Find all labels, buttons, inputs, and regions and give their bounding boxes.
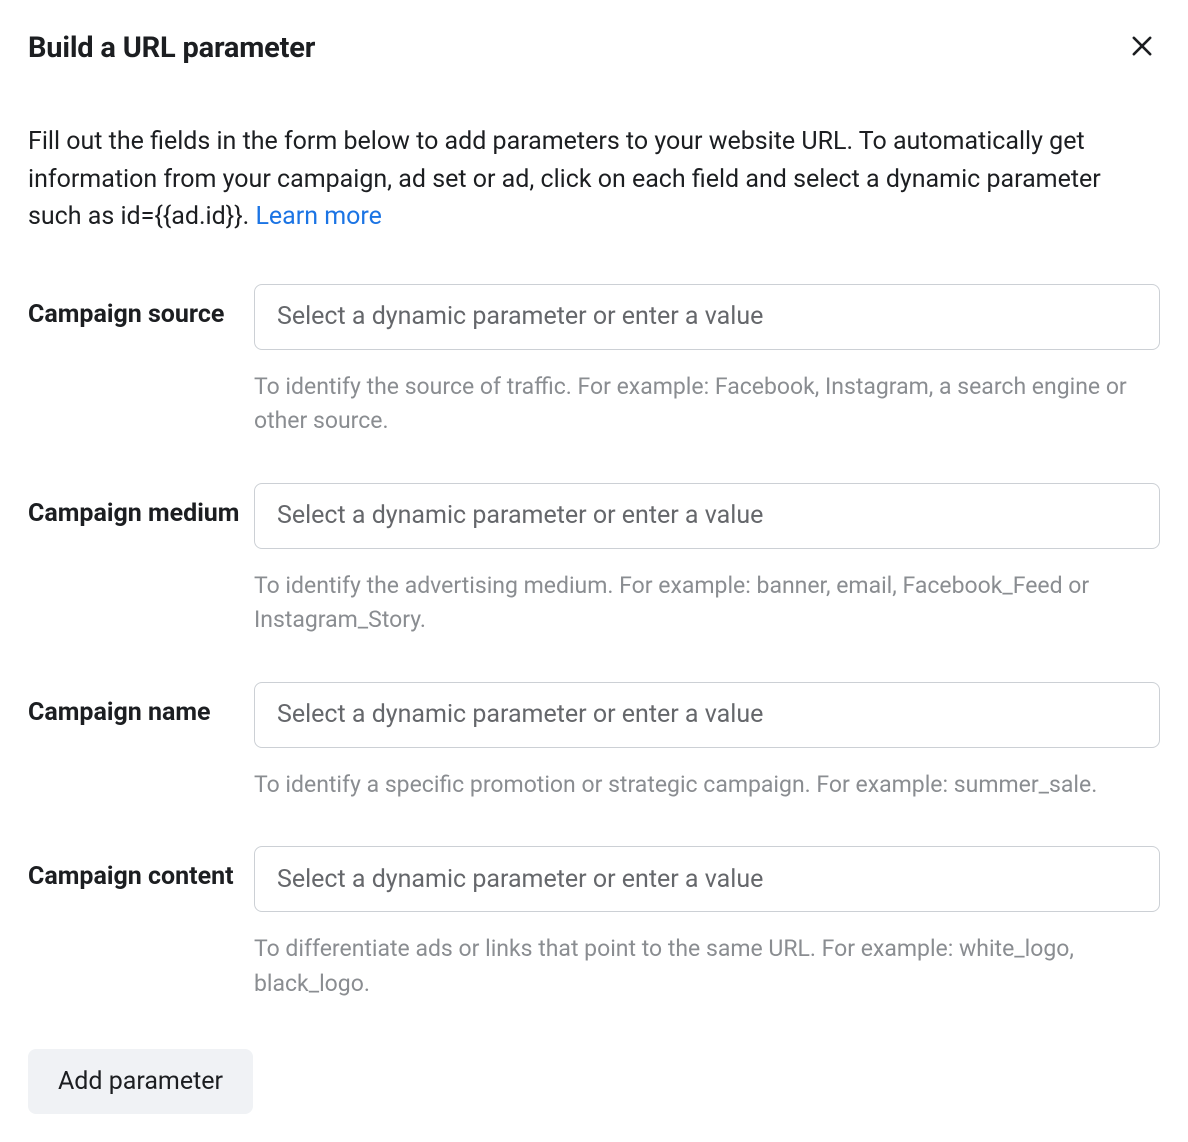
- field-row-campaign-source: Campaign source To identify the source o…: [28, 284, 1160, 439]
- intro-text: Fill out the fields in the form below to…: [28, 127, 1101, 231]
- field-label-campaign-name: Campaign name: [28, 696, 254, 730]
- campaign-name-input[interactable]: [254, 682, 1160, 748]
- learn-more-link[interactable]: Learn more: [255, 202, 381, 231]
- field-help-campaign-content: To differentiate ads or links that point…: [254, 932, 1160, 1001]
- field-row-campaign-medium: Campaign medium To identify the advertis…: [28, 483, 1160, 638]
- close-button[interactable]: [1124, 28, 1160, 67]
- field-help-campaign-medium: To identify the advertising medium. For …: [254, 569, 1160, 638]
- intro-paragraph: Fill out the fields in the form below to…: [28, 123, 1148, 236]
- add-parameter-button[interactable]: Add parameter: [28, 1049, 253, 1114]
- field-row-campaign-content: Campaign content To differentiate ads or…: [28, 846, 1160, 1001]
- field-label-campaign-source: Campaign source: [28, 298, 254, 332]
- campaign-content-input[interactable]: [254, 846, 1160, 912]
- campaign-medium-input[interactable]: [254, 483, 1160, 549]
- close-icon: [1128, 32, 1156, 63]
- modal-header: Build a URL parameter: [28, 28, 1160, 67]
- field-label-campaign-medium: Campaign medium: [28, 497, 254, 531]
- field-label-campaign-content: Campaign content: [28, 860, 254, 894]
- modal-title: Build a URL parameter: [28, 31, 315, 65]
- field-row-campaign-name: Campaign name To identify a specific pro…: [28, 682, 1160, 803]
- field-help-campaign-source: To identify the source of traffic. For e…: [254, 370, 1160, 439]
- campaign-source-input[interactable]: [254, 284, 1160, 350]
- field-help-campaign-name: To identify a specific promotion or stra…: [254, 768, 1160, 803]
